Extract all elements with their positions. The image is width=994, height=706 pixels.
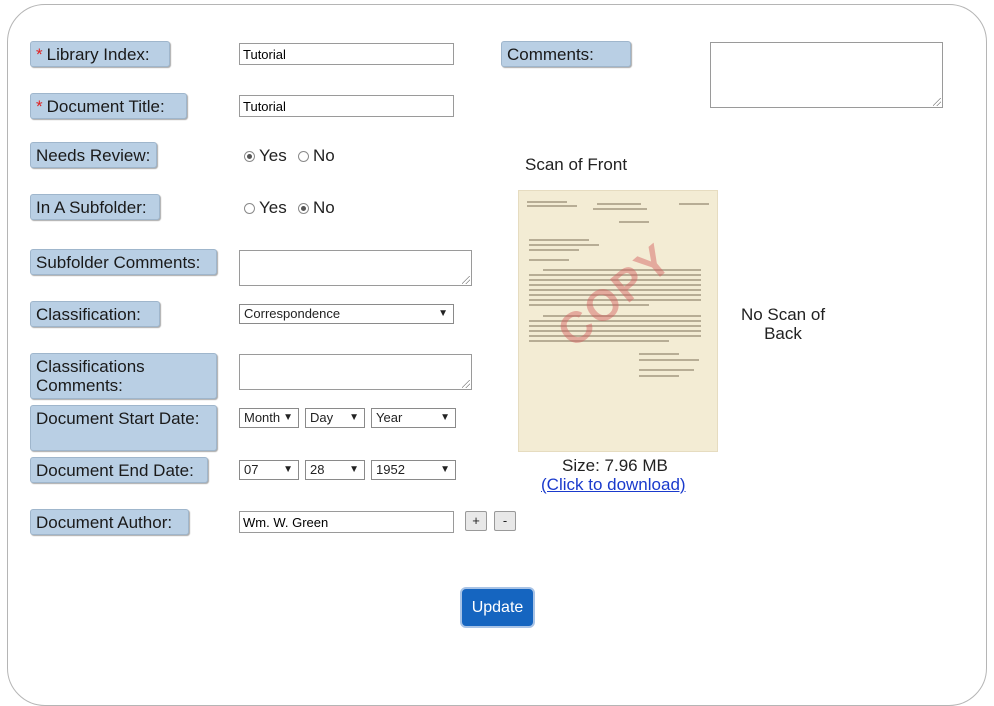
end-month-select[interactable]: 07 ▼ (239, 460, 299, 480)
scan-size: Size: 7.96 MB (562, 456, 668, 475)
start-day-select[interactable]: Day ▼ (305, 408, 365, 428)
scan-text-line (529, 330, 701, 332)
classification-comments-textarea[interactable] (239, 354, 472, 390)
classification-value: Correspondence (244, 306, 341, 321)
label-end-date: Document End Date: (30, 457, 208, 483)
comments-textarea[interactable] (710, 42, 943, 108)
document-author-input[interactable] (239, 511, 454, 533)
dropdown-arrow-icon: ▼ (438, 308, 448, 319)
label-start-date: Document Start Date: (30, 405, 217, 451)
dropdown-arrow-icon: ▼ (283, 464, 293, 475)
label-classification: Classification: (30, 301, 160, 327)
subfolder-comments-textarea[interactable] (239, 250, 472, 286)
scan-text-line (639, 353, 679, 355)
dropdown-arrow-icon: ▼ (283, 412, 293, 423)
in-subfolder-yes-radio[interactable]: Yes (244, 198, 287, 218)
end-month-value: 07 (244, 462, 259, 477)
start-month-select[interactable]: Month ▼ (239, 408, 299, 428)
dropdown-arrow-icon: ▼ (440, 464, 450, 475)
start-day-value: Day (310, 410, 334, 425)
scan-text-line (679, 203, 709, 205)
scan-text-line (639, 369, 694, 371)
label-in-subfolder: In A Subfolder: (30, 194, 160, 220)
start-year-select[interactable]: Year ▼ (371, 408, 456, 428)
radio-circle[interactable] (244, 202, 255, 214)
end-year-value: 1952 (376, 462, 405, 477)
scan-text-line (529, 244, 599, 246)
end-year-select[interactable]: 1952 ▼ (371, 460, 456, 480)
label-library-index-text: Library Index: (46, 45, 150, 64)
scan-text-line (639, 359, 699, 361)
scan-front-image[interactable]: COPY (518, 190, 718, 452)
scan-text-line (527, 205, 577, 207)
dropdown-arrow-icon: ▼ (349, 412, 359, 423)
resize-grip-icon[interactable] (462, 380, 470, 388)
label-comments: Comments: (501, 41, 631, 67)
resize-grip-icon[interactable] (462, 276, 470, 284)
scan-text-line (619, 221, 649, 223)
scan-text-line (527, 201, 567, 203)
scan-text-line (529, 249, 579, 251)
radio-circle-selected[interactable] (244, 150, 255, 162)
radio-yes-label: Yes (259, 198, 287, 217)
radio-yes-label: Yes (259, 146, 287, 165)
label-classification-comments: Classifications Comments: (30, 353, 217, 399)
end-day-value: 28 (310, 462, 325, 477)
label-needs-review: Needs Review: (30, 142, 157, 168)
update-button[interactable]: Update (460, 587, 535, 628)
library-index-input[interactable] (239, 43, 454, 65)
scan-front-title: Scan of Front (525, 155, 628, 174)
scan-text-line (639, 375, 679, 377)
in-subfolder-no-radio[interactable]: No (298, 198, 335, 218)
needs-review-no-radio[interactable]: No (298, 146, 335, 166)
no-scan-back-text: No Scan of Back (740, 305, 826, 343)
scan-text-line (529, 239, 589, 241)
start-month-value: Month (244, 410, 281, 425)
label-document-title: * Document Title: (30, 93, 187, 119)
resize-grip-icon[interactable] (933, 98, 941, 106)
scan-text-line (593, 208, 647, 210)
label-document-title-text: Document Title: (46, 97, 165, 116)
remove-author-button[interactable]: - (494, 511, 516, 531)
dropdown-arrow-icon: ▼ (440, 412, 450, 423)
radio-no-label: No (313, 198, 335, 217)
add-author-button[interactable]: + (465, 511, 487, 531)
label-subfolder-comments: Subfolder Comments: (30, 249, 217, 275)
classification-select[interactable]: Correspondence ▼ (239, 304, 454, 324)
dropdown-arrow-icon: ▼ (349, 464, 359, 475)
radio-circle-selected[interactable] (298, 202, 309, 214)
start-year-value: Year (376, 410, 403, 425)
needs-review-yes-radio[interactable]: Yes (244, 146, 287, 166)
radio-circle[interactable] (298, 150, 309, 162)
scan-text-line (597, 203, 641, 205)
end-day-select[interactable]: 28 ▼ (305, 460, 365, 480)
scan-text-line (529, 335, 701, 337)
label-document-author: Document Author: (30, 509, 189, 535)
download-link[interactable]: (Click to download) (541, 475, 686, 495)
required-mark: * (36, 97, 43, 116)
required-mark: * (36, 45, 43, 64)
document-title-input[interactable] (239, 95, 454, 117)
radio-no-label: No (313, 146, 335, 165)
scan-text-line (529, 259, 569, 261)
label-library-index: * Library Index: (30, 41, 170, 67)
